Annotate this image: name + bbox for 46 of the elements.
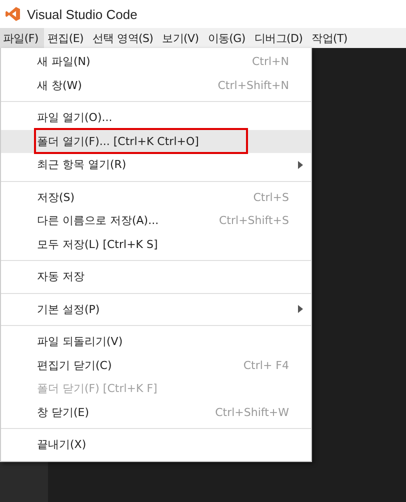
menu-item-label: 파일 열기(O)... xyxy=(37,110,112,126)
menu-bar-item[interactable]: 작업(T) xyxy=(308,28,354,48)
menu-item[interactable]: 파일 열기(O)... xyxy=(1,106,311,130)
shortcut-label: Ctrl+N xyxy=(252,55,289,68)
menu-item[interactable]: 모두 저장(L) [Ctrl+K S] xyxy=(1,232,311,256)
menu-item-label: 새 창(W) xyxy=(37,78,82,93)
menu-item-label: 기본 설정(P) xyxy=(37,302,100,317)
menu-bar-item[interactable]: 파일(F) xyxy=(0,28,44,48)
menu-item-label: 모두 저장(L) [Ctrl+K S] xyxy=(37,236,158,252)
menu-item-label: 폴더 닫기(F) [Ctrl+K F] xyxy=(37,381,158,396)
menu-item[interactable]: 다른 이름으로 저장(A)... Ctrl+Shift+S xyxy=(1,209,311,232)
menu-bar-item[interactable]: 편집(E) xyxy=(44,28,90,48)
menu-item-label: 자동 저장 xyxy=(37,269,84,284)
menu-item[interactable]: 저장(S) Ctrl+S xyxy=(1,186,311,209)
window-title: Visual Studio Code xyxy=(27,6,138,22)
menu-item-label: 새 파일(N) xyxy=(37,54,90,70)
menu-item-label: 저장(S) xyxy=(37,190,75,205)
menu-item-label: 폴더 열기(F)... [Ctrl+K Ctrl+O] xyxy=(37,134,199,149)
menu-bar-item[interactable]: 보기(V) xyxy=(159,28,205,48)
menu-bar-item[interactable]: 선택 영역(S) xyxy=(89,28,160,48)
menu-item-label: 창 닫기(E) xyxy=(37,404,90,420)
menu-item[interactable]: 기본 설정(P) xyxy=(1,298,311,321)
menu-item[interactable]: 최근 항목 열기(R) xyxy=(1,153,311,176)
menu-item-label: 끝내기(X) xyxy=(37,437,86,452)
shortcut-label: Ctrl+ F4 xyxy=(243,358,289,372)
menu-item-label: 최근 항목 열기(R) xyxy=(37,157,126,172)
submenu-arrow-icon xyxy=(298,305,303,314)
submenu-arrow-icon xyxy=(298,160,303,169)
menu-item-label: 다른 이름으로 저장(A)... xyxy=(37,213,159,228)
menu-item[interactable]: 새 파일(N) Ctrl+N xyxy=(1,50,311,74)
menu-item-label: 편집기 닫기(C) xyxy=(37,358,112,373)
menu-item-label: 파일 되돌리기(V) xyxy=(37,334,123,350)
shortcut-label: Ctrl+S xyxy=(253,190,289,204)
menu-item[interactable]: 파일 되돌리기(V) xyxy=(1,330,311,354)
menu-bar-item[interactable]: 이동(G) xyxy=(204,28,252,48)
shortcut-label: Ctrl+Shift+S xyxy=(219,214,289,228)
menu-bar-item[interactable]: 디버그(D) xyxy=(251,28,309,48)
shortcut-label: Ctrl+Shift+N xyxy=(218,78,289,92)
menu-item[interactable]: 자동 저장 xyxy=(1,265,311,288)
menu-item[interactable]: 편집기 닫기(C) Ctrl+ F4 xyxy=(1,354,311,377)
shortcut-label: Ctrl+Shift+W xyxy=(215,406,289,419)
menu-item[interactable]: 창 닫기(E) Ctrl+Shift+W xyxy=(1,400,311,424)
menu-item[interactable]: 끝내기(X) xyxy=(1,433,311,456)
menu-item[interactable]: 폴더 열기(F)... [Ctrl+K Ctrl+O] xyxy=(1,130,311,153)
menu-item[interactable]: 새 창(W) Ctrl+Shift+N xyxy=(1,74,311,97)
app-logo-icon xyxy=(5,6,21,22)
